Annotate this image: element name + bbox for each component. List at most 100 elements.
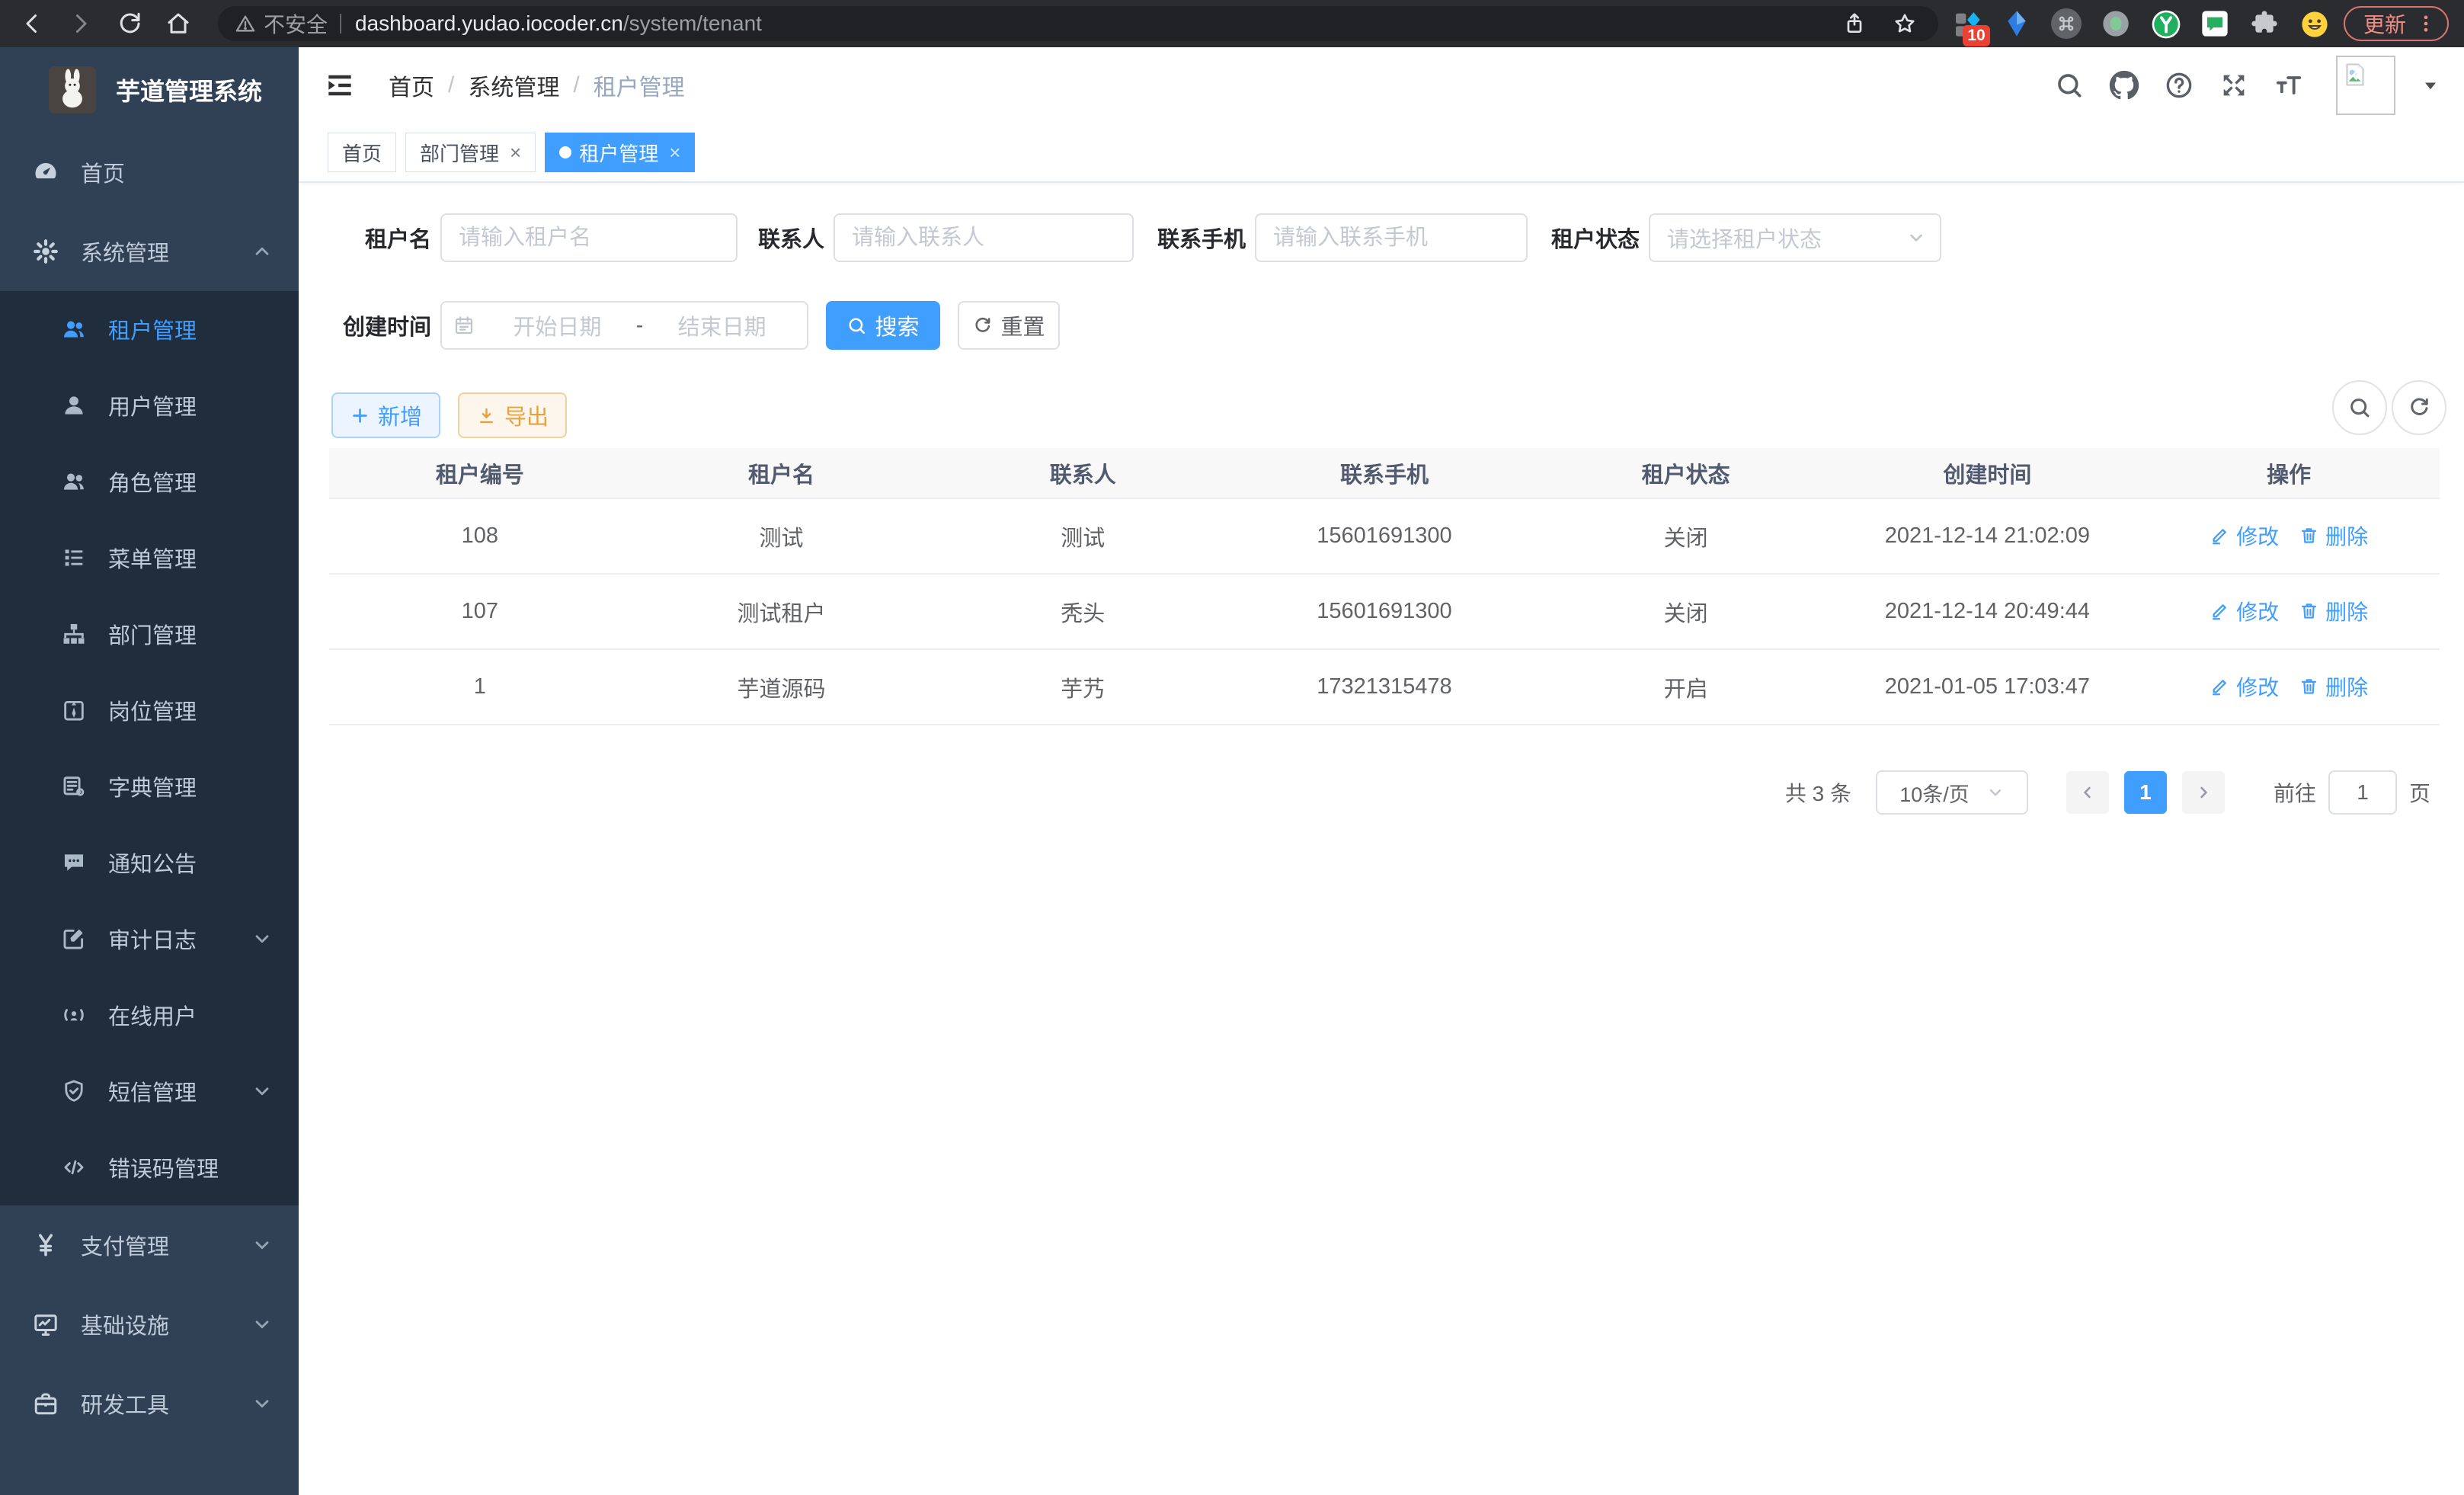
sidebar-item-devtool[interactable]: 研发工具 [0, 1364, 299, 1443]
table-toolbar: 新增 导出 [331, 392, 567, 438]
sidebar-item-role[interactable]: 角色管理 [0, 443, 299, 520]
table-refresh-button[interactable] [2392, 380, 2446, 435]
date-end-placeholder[interactable]: 结束日期 [648, 309, 796, 341]
gear-icon [32, 238, 59, 265]
delete-icon [2299, 676, 2319, 696]
contact-input[interactable] [834, 213, 1134, 262]
add-button[interactable]: 新增 [331, 392, 440, 438]
next-page-button[interactable] [2182, 771, 2225, 814]
bookmark-star-icon[interactable] [1893, 11, 1917, 36]
github-icon[interactable] [2109, 70, 2139, 101]
chevron-left-icon [2078, 783, 2097, 802]
tab-label: 租户管理 [579, 139, 658, 167]
extension-squares-icon[interactable]: 10 [1952, 8, 1982, 39]
sidebar-item-home[interactable]: 首页 [0, 133, 299, 212]
goto-page-input[interactable] [2328, 770, 2397, 815]
sidebar-item-sms[interactable]: 短信管理 [0, 1053, 299, 1129]
sidebar-item-label: 菜单管理 [108, 542, 273, 574]
search-button[interactable]: 搜索 [826, 301, 940, 350]
sidebar-item-pay[interactable]: 支付管理 [0, 1205, 299, 1285]
extension-command-icon[interactable] [2051, 8, 2082, 39]
header-search-icon[interactable] [2054, 70, 2085, 101]
browser-update-button[interactable]: 更新 [2344, 6, 2449, 41]
font-size-icon[interactable] [2274, 70, 2304, 101]
chevron-down-icon [251, 1234, 273, 1256]
extension-chat-icon[interactable] [2200, 8, 2230, 39]
prev-page-button[interactable] [2066, 771, 2109, 814]
browser-reload-icon[interactable] [116, 10, 143, 37]
extension-record-icon[interactable] [2101, 8, 2131, 39]
calendar-icon [453, 314, 475, 337]
tab-home[interactable]: 首页 [328, 133, 396, 172]
tab-label: 首页 [342, 139, 382, 167]
date-start-placeholder[interactable]: 开始日期 [483, 309, 632, 341]
refresh-icon [2407, 395, 2431, 420]
status-select[interactable]: 请选择租户状态 [1649, 213, 1941, 262]
goto-label: 前往 [2274, 777, 2316, 808]
sidebar-item-menu[interactable]: 菜单管理 [0, 520, 299, 596]
page-size-select[interactable]: 10条/页 [1876, 770, 2028, 815]
mobile-label: 联系手机 [1151, 222, 1246, 254]
sidebar-item-tenant[interactable]: 租户管理 [0, 291, 299, 367]
dashboard-icon [32, 158, 59, 186]
edit-button[interactable]: 修改 [2210, 596, 2279, 626]
avatar[interactable] [2336, 56, 2395, 115]
sidebar-item-online[interactable]: 在线用户 [0, 977, 299, 1053]
table-row: 108测试测试15601691300关闭2021-12-14 21:02:09修… [329, 498, 2440, 574]
page-number-button[interactable]: 1 [2124, 771, 2167, 814]
cell-created: 2021-12-14 20:49:44 [1837, 574, 2139, 649]
cell-mobile: 15601691300 [1234, 498, 1535, 574]
sidebar-item-audit[interactable]: 审计日志 [0, 901, 299, 977]
sidebar-item-system[interactable]: 系统管理 [0, 212, 299, 291]
breadcrumb-item[interactable]: 系统管理 [468, 69, 559, 102]
table-body: 108测试测试15601691300关闭2021-12-14 21:02:09修… [329, 498, 2440, 725]
export-button[interactable]: 导出 [458, 392, 567, 438]
help-icon[interactable] [2164, 70, 2194, 101]
date-range-picker[interactable]: 开始日期 - 结束日期 [440, 301, 808, 350]
profile-avatar-icon[interactable] [2299, 8, 2329, 39]
toggle-search-button[interactable] [2332, 380, 2387, 435]
delete-button[interactable]: 删除 [2299, 671, 2368, 702]
cell-id: 108 [329, 498, 631, 574]
fullscreen-icon[interactable] [2219, 70, 2249, 101]
security-warning-icon[interactable] [235, 13, 256, 34]
extension-kite-icon[interactable] [2002, 8, 2032, 39]
search-icon [846, 315, 867, 336]
address-bar[interactable]: 不安全 dashboard.yudao.iocoder.cn/system/te… [218, 6, 1938, 41]
delete-button[interactable]: 删除 [2299, 596, 2368, 626]
sidebar-item-post[interactable]: 岗位管理 [0, 672, 299, 748]
tenant-name-input[interactable] [440, 213, 738, 262]
sidebar-item-infra[interactable]: 基础设施 [0, 1285, 299, 1364]
avatar-caret-down-icon[interactable] [2420, 75, 2441, 96]
tab-close-icon[interactable]: × [669, 142, 680, 162]
reset-button[interactable]: 重置 [958, 301, 1060, 350]
sidebar-item-dict[interactable]: 字典管理 [0, 748, 299, 824]
cell-mobile: 17321315478 [1234, 649, 1535, 725]
breadcrumb-item[interactable]: 首页 [389, 69, 434, 102]
edit-button[interactable]: 修改 [2210, 671, 2279, 702]
cell-contact: 芋艿 [932, 649, 1234, 725]
chevron-down-icon [251, 1393, 273, 1414]
edit-button[interactable]: 修改 [2210, 520, 2279, 551]
security-label[interactable]: 不安全 [264, 8, 328, 39]
sidebar-item-errcode[interactable]: 错误码管理 [0, 1129, 299, 1205]
extension-y-icon[interactable] [2150, 8, 2181, 39]
sidebar-item-user[interactable]: 用户管理 [0, 367, 299, 443]
browser-home-icon[interactable] [165, 10, 192, 37]
browser-forward-icon[interactable] [67, 10, 94, 37]
app-logo[interactable]: 芋道管理系统 [0, 47, 299, 133]
cell-actions: 修改删除 [2138, 574, 2440, 649]
tab-dept[interactable]: 部门管理 × [405, 133, 536, 172]
browser-menu-icon[interactable] [2415, 13, 2437, 34]
tab-label: 部门管理 [420, 139, 499, 167]
sidebar-item-notice[interactable]: 通知公告 [0, 824, 299, 901]
tab-tenant[interactable]: 租户管理 × [545, 133, 695, 172]
mobile-input[interactable] [1255, 213, 1528, 262]
sidebar-fold-icon[interactable] [323, 69, 357, 102]
browser-back-icon[interactable] [18, 10, 46, 37]
tab-close-icon[interactable]: × [510, 142, 521, 162]
delete-button[interactable]: 删除 [2299, 520, 2368, 551]
sidebar-item-dept[interactable]: 部门管理 [0, 596, 299, 672]
extensions-puzzle-icon[interactable] [2249, 8, 2280, 39]
share-icon[interactable] [1842, 11, 1867, 36]
